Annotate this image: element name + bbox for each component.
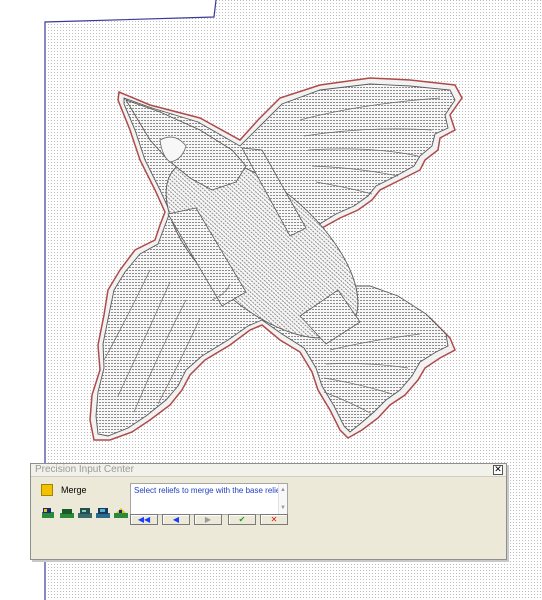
merge-tool-swatch (41, 484, 53, 496)
first-button[interactable]: ◀◀ (130, 514, 158, 525)
cross-icon: ✕ (270, 515, 278, 524)
cancel-button[interactable]: ✕ (260, 514, 288, 525)
relief-tool-5-icon[interactable] (113, 506, 129, 519)
precision-input-center-panel: Precision Input Center ✕ Merge Select re… (30, 463, 507, 560)
relief-tool-4-icon[interactable] (95, 506, 111, 519)
check-icon: ✔ (238, 515, 246, 524)
prompt-message: Select reliefs to merge with the base re… (134, 486, 283, 495)
panel-title: Precision Input Center (35, 464, 134, 475)
rewind-icon: ◀◀ (137, 515, 151, 524)
relief-tool-1-icon[interactable] (41, 506, 57, 519)
close-button[interactable]: ✕ (493, 465, 503, 475)
scroll-up-icon[interactable]: ▲ (280, 487, 286, 493)
relief-tool-2-icon[interactable] (59, 506, 75, 519)
accept-button[interactable]: ✔ (228, 514, 256, 525)
forward-arrow-icon: ▶ (204, 515, 212, 524)
back-arrow-icon: ◀ (172, 515, 180, 524)
relief-toolbar (41, 506, 129, 520)
scroll-down-icon[interactable]: ▼ (280, 505, 286, 511)
relief-tool-3-icon[interactable] (77, 506, 93, 519)
prompt-message-box: Select reliefs to merge with the base re… (130, 483, 288, 515)
panel-titlebar[interactable]: Precision Input Center ✕ (31, 464, 506, 477)
previous-button[interactable]: ◀ (162, 514, 190, 525)
tool-name-label: Merge (61, 485, 87, 495)
message-scrollbar[interactable]: ▲ ▼ (278, 484, 287, 514)
next-button[interactable]: ▶ (194, 514, 222, 525)
navigation-buttons: ◀◀ ◀ ▶ ✔ ✕ (130, 514, 290, 526)
